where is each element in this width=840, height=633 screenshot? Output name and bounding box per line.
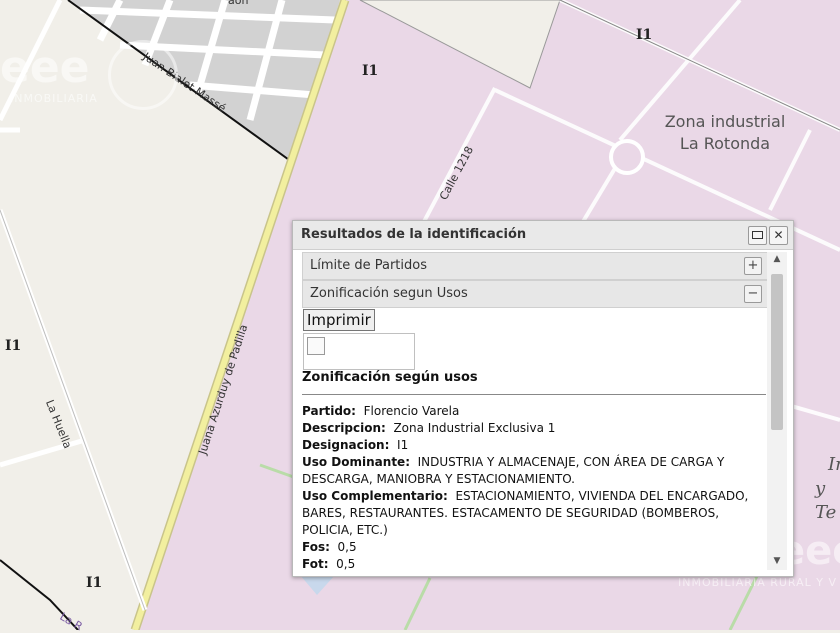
scroll-down-icon[interactable]: ▼ bbox=[767, 554, 787, 568]
legend-image bbox=[303, 333, 415, 370]
attribute-value: Florencio Varela bbox=[363, 404, 460, 418]
attribute-value: 0,5 bbox=[336, 557, 356, 571]
scroll-up-icon[interactable]: ▲ bbox=[767, 252, 787, 266]
edge-label-line: In bbox=[828, 454, 840, 475]
identification-results-panel: Resultados de la identificación ✕ Límite… bbox=[292, 220, 794, 577]
attribute-label: Partido: bbox=[302, 404, 356, 418]
attribute-label: Fos: bbox=[302, 540, 330, 554]
attribute-row: Descripcion: Zona Industrial Exclusiva 1 bbox=[302, 420, 754, 437]
attribute-label: Uso Complementario: bbox=[302, 489, 448, 503]
edge-label-line: y Te bbox=[815, 478, 837, 523]
panel-header[interactable]: Resultados de la identificación ✕ bbox=[293, 221, 793, 250]
zone-name-label: Zona industrial La Rotonda bbox=[655, 111, 795, 155]
attribute-row: Partido: Florencio Varela bbox=[302, 403, 754, 420]
broken-image-icon bbox=[307, 337, 325, 355]
attribute-list: Partido: Florencio Varela Descripcion: Z… bbox=[302, 403, 754, 571]
collapse-icon[interactable]: − bbox=[744, 285, 762, 303]
expand-icon[interactable]: + bbox=[744, 257, 762, 275]
zone-code-label: I1 bbox=[362, 63, 379, 79]
section-label: Zonificación segun Usos bbox=[310, 286, 468, 301]
section-content: Imprimir Zonificación según usos Partido… bbox=[302, 308, 766, 571]
watermark-subtitle: INMOBILIARIA bbox=[10, 92, 98, 105]
roundabout bbox=[609, 139, 645, 175]
watermark-logo: eee bbox=[0, 42, 90, 93]
zone-name-line: Zona industrial bbox=[664, 112, 786, 131]
zone-code-label: I1 bbox=[5, 338, 22, 354]
attribute-label: Uso Dominante: bbox=[302, 455, 410, 469]
print-button[interactable]: Imprimir bbox=[303, 309, 375, 331]
scroll-thumb[interactable] bbox=[771, 274, 783, 430]
close-icon: ✕ bbox=[773, 228, 784, 242]
pin-icon bbox=[752, 231, 763, 239]
attribute-label: Descripcion: bbox=[302, 421, 386, 435]
close-button[interactable]: ✕ bbox=[769, 226, 788, 245]
attribute-row: Designacion: I1 bbox=[302, 437, 754, 454]
zone-code-label: I1 bbox=[636, 27, 653, 43]
section-label: Límite de Partidos bbox=[310, 258, 427, 273]
watermark-subtitle: INMOBILIARIA RURAL Y V bbox=[678, 576, 838, 589]
zone-name-line: La Rotonda bbox=[679, 134, 771, 153]
zone-code-label: I1 bbox=[86, 575, 103, 591]
attribute-row: Uso Dominante: INDUSTRIA Y ALMACENAJE, C… bbox=[302, 454, 754, 488]
divider bbox=[302, 394, 766, 395]
attribute-value: I1 bbox=[397, 438, 409, 452]
panel-scrollbar[interactable]: ▲ ▼ bbox=[767, 252, 787, 570]
pin-button[interactable] bbox=[748, 226, 767, 245]
attribute-value: 0,5 bbox=[337, 540, 357, 554]
section-header-zonificacion[interactable]: Zonificación segun Usos − bbox=[302, 280, 768, 308]
section-header-limite-partidos[interactable]: Límite de Partidos + bbox=[302, 252, 768, 280]
attribute-row: Uso Complementario: ESTACIONAMIENTO, VIV… bbox=[302, 488, 754, 539]
attribute-value: Zona Industrial Exclusiva 1 bbox=[393, 421, 556, 435]
attribute-row: Fot: 0,5 bbox=[302, 556, 754, 571]
section-title: Zonificación según usos bbox=[302, 370, 478, 385]
attribute-label: Fot: bbox=[302, 557, 329, 571]
attribute-row: Fos: 0,5 bbox=[302, 539, 754, 556]
edge-label: In y Te bbox=[815, 453, 840, 525]
watermark-emblem-icon bbox=[108, 40, 178, 110]
street-label: aon bbox=[228, 0, 249, 7]
panel-title: Resultados de la identificación bbox=[301, 227, 527, 242]
attribute-label: Designacion: bbox=[302, 438, 390, 452]
